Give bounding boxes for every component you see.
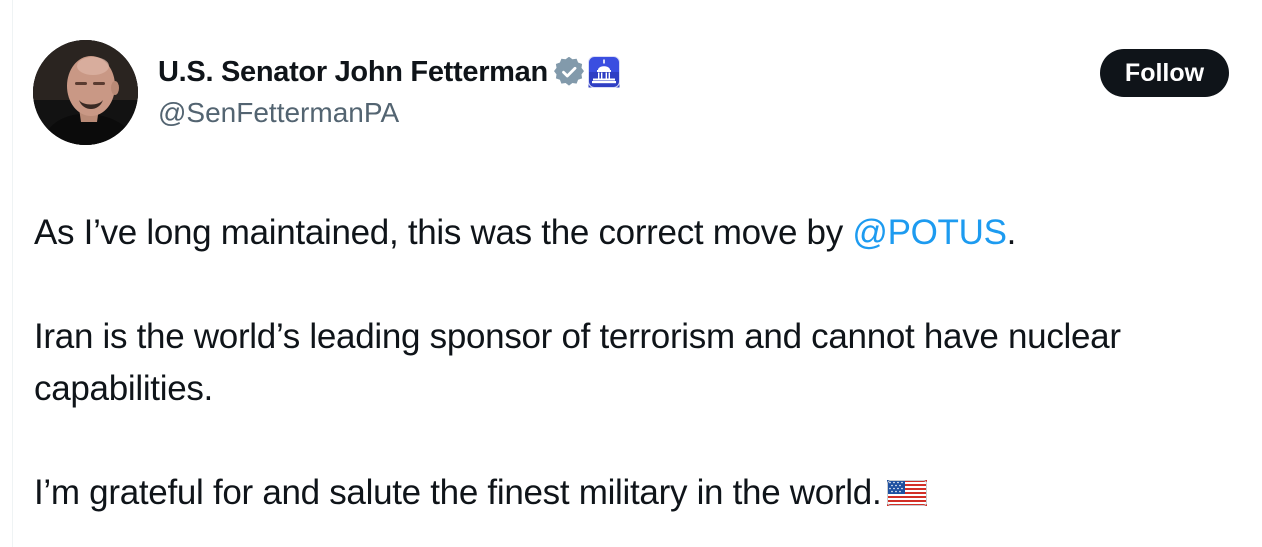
tweet-text-segment: As I’ve long maintained, this was the co… bbox=[34, 213, 853, 252]
tweet-text-segment: I’m grateful for and salute the finest m… bbox=[34, 473, 882, 512]
verified-badge-icon[interactable] bbox=[553, 56, 584, 87]
author-handle[interactable]: @SenFettermanPA bbox=[158, 97, 399, 129]
author-name-row: U.S. Senator John Fetterman bbox=[158, 52, 620, 92]
tweet-body: As I’ve long maintained, this was the co… bbox=[34, 207, 1254, 519]
tweet-paragraph-2: Iran is the world’s leading sponsor of t… bbox=[34, 317, 1121, 408]
follow-button[interactable]: Follow bbox=[1100, 49, 1229, 97]
tweet-paragraph-1: As I’ve long maintained, this was the co… bbox=[34, 207, 1254, 259]
tweet-paragraph-3: I’m grateful for and salute the finest m… bbox=[34, 467, 1254, 519]
avatar-photo bbox=[33, 40, 138, 145]
author-avatar[interactable] bbox=[33, 40, 138, 145]
us-flag-icon bbox=[887, 469, 928, 506]
author-display-name[interactable]: U.S. Senator John Fetterman bbox=[158, 56, 548, 89]
capitol-affiliation-icon[interactable] bbox=[587, 56, 620, 88]
mention-link-potus[interactable]: @POTUS bbox=[852, 213, 1007, 252]
tweet-card: U.S. Senator John Fetterman @SenFetterma… bbox=[0, 0, 1262, 547]
tweet-text-segment: . bbox=[1006, 213, 1017, 252]
